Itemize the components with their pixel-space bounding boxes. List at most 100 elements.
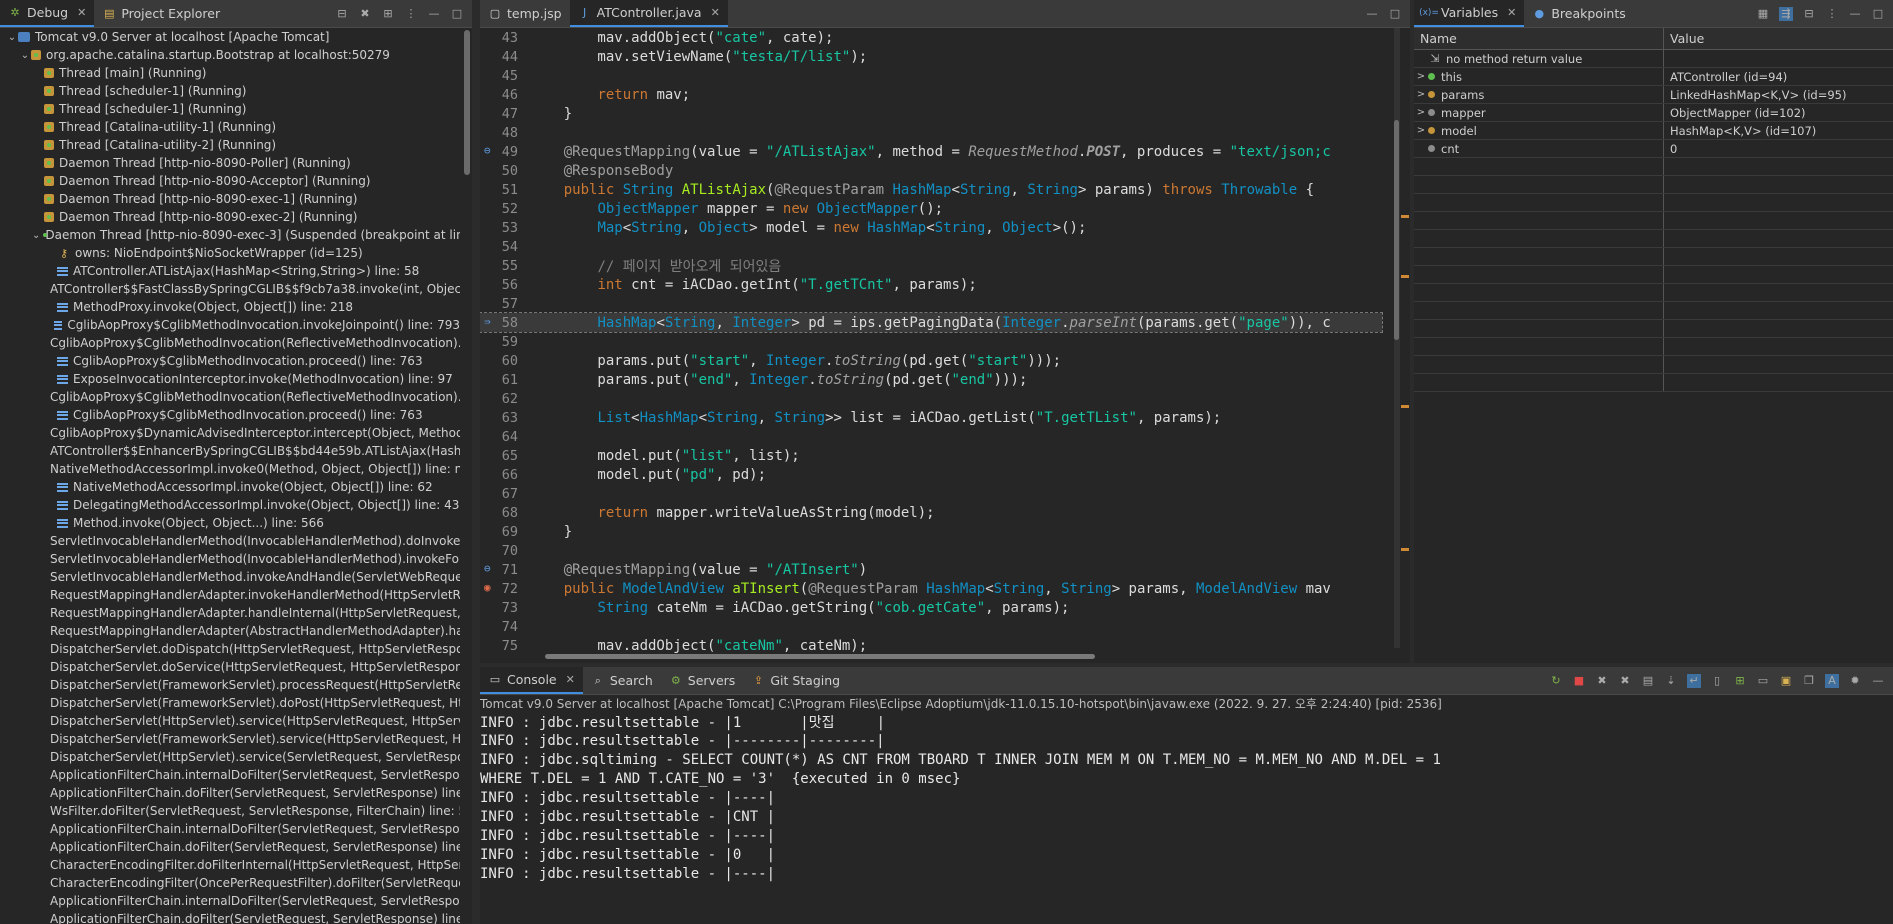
- code-line[interactable]: ◉ 72 public ModelAndView aTInsert(@Reques…: [480, 579, 1382, 598]
- variable-row[interactable]: cnt 0: [1414, 140, 1893, 158]
- close-icon[interactable]: ✕: [77, 6, 86, 19]
- debug-tree-item[interactable]: ApplicationFilterChain.internalDoFilter(…: [0, 820, 460, 838]
- remove-all-terminated-icon[interactable]: ✖: [1618, 674, 1632, 688]
- debug-tree-item[interactable]: CglibAopProxy$DynamicAdvisedInterceptor.…: [0, 424, 460, 442]
- line-number[interactable]: 59: [480, 334, 522, 350]
- debug-tree-item[interactable]: Daemon Thread [http-nio-8090-Poller] (Ru…: [0, 154, 460, 172]
- line-number[interactable]: 64: [480, 429, 522, 445]
- variable-row[interactable]: [1414, 320, 1893, 338]
- debug-tree-item[interactable]: ApplicationFilterChain.doFilter(ServletR…: [0, 838, 460, 856]
- variable-row[interactable]: [1414, 212, 1893, 230]
- line-number[interactable]: 50: [480, 163, 522, 179]
- variable-row[interactable]: ⇲ no method return value: [1414, 50, 1893, 68]
- close-icon[interactable]: ✕: [1507, 6, 1516, 19]
- overview-marker[interactable]: [1401, 215, 1409, 218]
- debug-tree-item[interactable]: ⚷ owns: NioEndpoint$NioSocketWrapper (id=…: [0, 244, 460, 262]
- line-number[interactable]: 47: [480, 106, 522, 122]
- chevron-down-icon[interactable]: ⌄: [19, 50, 31, 61]
- variable-row[interactable]: [1414, 158, 1893, 176]
- maximize-icon[interactable]: □: [1871, 7, 1885, 21]
- debug-tree-item[interactable]: DispatcherServlet(FrameworkServlet).proc…: [0, 676, 460, 694]
- code-area[interactable]: 43 mav.addObject("cate", cate); 44 mav.se…: [480, 28, 1383, 654]
- debug-tree-item[interactable]: DelegatingMethodAccessorImpl.invoke(Obje…: [0, 496, 460, 514]
- line-number[interactable]: 43: [480, 30, 522, 46]
- debug-tree-item[interactable]: RequestMappingHandlerAdapter(AbstractHan…: [0, 622, 460, 640]
- minimize-icon[interactable]: —: [1365, 7, 1379, 21]
- variable-row[interactable]: [1414, 194, 1893, 212]
- line-number[interactable]: 51: [480, 182, 522, 198]
- code-line[interactable]: 70: [480, 541, 1382, 560]
- code-line[interactable]: 55 // 페이지 받아오게 되어있음: [480, 256, 1382, 275]
- tab-console[interactable]: ▭ Console ✕: [480, 667, 583, 694]
- column-name[interactable]: Name: [1414, 28, 1664, 49]
- view-menu-icon[interactable]: ⋮: [1825, 7, 1839, 21]
- chevron-down-icon[interactable]: ⌄: [32, 230, 40, 241]
- line-number[interactable]: 60: [480, 353, 522, 369]
- chevron-down-icon[interactable]: ⌄: [6, 32, 18, 43]
- debug-tree-item[interactable]: DispatcherServlet(HttpServlet).service(H…: [0, 712, 460, 730]
- display-console-icon[interactable]: ▭: [1756, 674, 1770, 688]
- editor-vertical-scrollbar[interactable]: [1394, 120, 1399, 340]
- debug-tree-item[interactable]: ServletInvocableHandlerMethod.invokeAndH…: [0, 568, 460, 586]
- code-line[interactable]: 57: [480, 294, 1382, 313]
- debug-tree-item[interactable]: ⌄ Tomcat v9.0 Server at localhost [Apache…: [0, 28, 460, 46]
- debug-tree-item[interactable]: ServletInvocableHandlerMethod(InvocableH…: [0, 532, 460, 550]
- settings-icon[interactable]: ✹: [1848, 674, 1862, 688]
- debug-tree-item[interactable]: ExposeInvocationInterceptor.invoke(Metho…: [0, 370, 460, 388]
- variable-row[interactable]: [1414, 302, 1893, 320]
- line-number[interactable]: 55: [480, 258, 522, 274]
- tab-temp-jsp[interactable]: ▢ temp.jsp: [480, 0, 570, 27]
- line-number[interactable]: 66: [480, 467, 522, 483]
- debug-tree-item[interactable]: CglibAopProxy$CglibMethodInvocation.proc…: [0, 406, 460, 424]
- open-console-icon[interactable]: ▣: [1779, 674, 1793, 688]
- debug-tree-item[interactable]: ATController$$EnhancerBySpringCGLIB$$bd4…: [0, 442, 460, 460]
- debug-tree-item[interactable]: RequestMappingHandlerAdapter.invokeHandl…: [0, 586, 460, 604]
- column-value[interactable]: Value: [1664, 28, 1893, 49]
- tab-git-staging[interactable]: ⇪ Git Staging: [743, 667, 848, 694]
- debug-tree-item[interactable]: ⌄ Daemon Thread [http-nio-8090-exec-3] (S…: [0, 226, 460, 244]
- show-type-names-icon[interactable]: ▦: [1756, 7, 1770, 21]
- view-menu-icon[interactable]: ⋮: [404, 7, 418, 21]
- line-number[interactable]: 73: [480, 600, 522, 616]
- chevron-right-icon[interactable]: >: [1414, 71, 1428, 82]
- debug-tree-item[interactable]: CharacterEncodingFilter.doFilterInternal…: [0, 856, 460, 874]
- chevron-right-icon[interactable]: >: [1414, 107, 1428, 118]
- code-line[interactable]: 64: [480, 427, 1382, 446]
- debug-tree-item[interactable]: ATController.ATListAjax(HashMap<String,S…: [0, 262, 460, 280]
- tab-servers[interactable]: ⚙ Servers: [661, 667, 744, 694]
- line-number[interactable]: 54: [480, 239, 522, 255]
- pin-console-icon[interactable]: ⊞: [1733, 674, 1747, 688]
- copy-icon[interactable]: ❐: [1802, 674, 1816, 688]
- line-number[interactable]: ⊖ 49: [480, 144, 522, 160]
- debug-tree-item[interactable]: CharacterEncodingFilter(OncePerRequestFi…: [0, 874, 460, 892]
- code-line[interactable]: 51 public String ATListAjax(@RequestPara…: [480, 180, 1382, 199]
- debug-tree-item[interactable]: NativeMethodAccessorImpl.invoke0(Method,…: [0, 460, 460, 478]
- variable-row[interactable]: [1414, 338, 1893, 356]
- collapse-all-icon[interactable]: ⊟: [1802, 7, 1816, 21]
- variable-row[interactable]: [1414, 356, 1893, 374]
- breakpoint-icon[interactable]: ◉: [484, 581, 491, 594]
- code-line[interactable]: ⇛ 58 HashMap<String, Integer> pd = ips.ge…: [480, 312, 1383, 333]
- debug-tree-item[interactable]: ⌄ org.apache.catalina.startup.Bootstrap a…: [0, 46, 460, 64]
- line-number[interactable]: 48: [480, 125, 522, 141]
- debug-scrollbar[interactable]: [464, 30, 470, 175]
- terminate-icon[interactable]: ■: [1572, 674, 1586, 688]
- code-line[interactable]: 53 Map<String, Object> model = new HashM…: [480, 218, 1382, 237]
- debug-tree-item[interactable]: CglibAopProxy$CglibMethodInvocation(Refl…: [0, 388, 460, 406]
- code-line[interactable]: 75 mav.addObject("cateNm", cateNm);: [480, 636, 1382, 655]
- line-number[interactable]: ◉ 72: [480, 581, 522, 597]
- code-line[interactable]: 44 mav.setViewName("testa/T/list");: [480, 47, 1382, 66]
- debug-tree-item[interactable]: Thread [main] (Running): [0, 64, 460, 82]
- minimize-icon[interactable]: —: [427, 7, 441, 21]
- clear-console-icon[interactable]: ▤: [1641, 674, 1655, 688]
- line-number[interactable]: 52: [480, 201, 522, 217]
- code-line[interactable]: ⊖ 71 @RequestMapping(value = "/ATInsert"): [480, 560, 1382, 579]
- line-number[interactable]: 61: [480, 372, 522, 388]
- line-number[interactable]: 68: [480, 505, 522, 521]
- code-line[interactable]: 62: [480, 389, 1382, 408]
- debug-tree-item[interactable]: CglibAopProxy$CglibMethodInvocation.proc…: [0, 352, 460, 370]
- remove-terminated-icon[interactable]: ✖: [358, 7, 372, 21]
- tab-search[interactable]: ⌕ Search: [583, 667, 661, 694]
- line-number[interactable]: 57: [480, 296, 522, 312]
- code-line[interactable]: 47 }: [480, 104, 1382, 123]
